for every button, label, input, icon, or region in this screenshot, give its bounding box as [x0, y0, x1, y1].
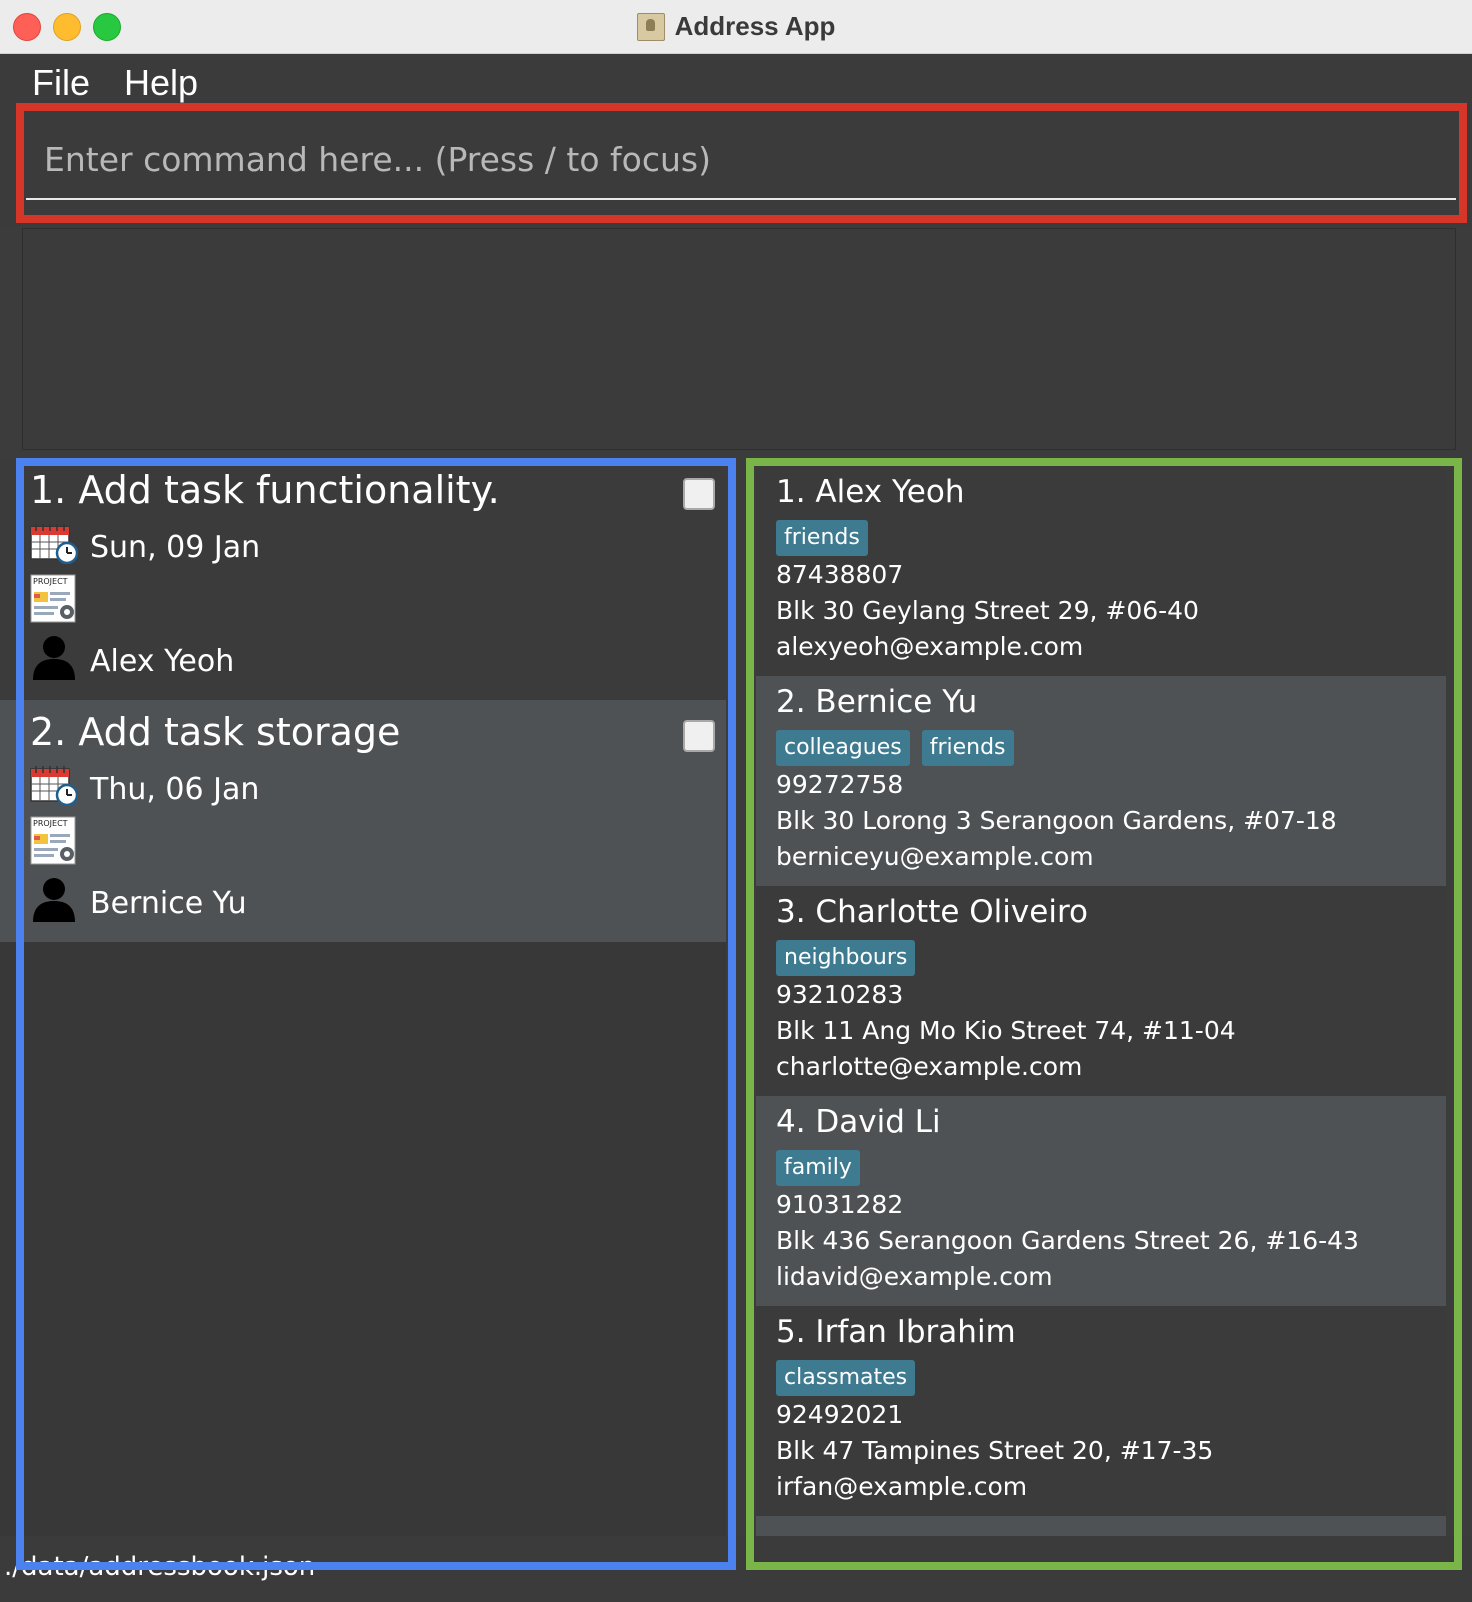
person-email: alexyeoh@example.com: [776, 632, 1084, 661]
address-book-icon: [636, 12, 665, 41]
task-project-row: PROJECT: [30, 574, 78, 632]
status-file-path: ./data/addressbook.json: [4, 1552, 316, 1582]
person-icon: [30, 634, 78, 688]
title-bar: Address App: [0, 0, 1472, 54]
command-input[interactable]: [26, 120, 1456, 200]
person-card[interactable]: 3. Charlotte Oliveiro neighbours 9321028…: [756, 886, 1446, 1096]
person-phone: 93210283: [776, 980, 904, 1009]
tag-badge: friends: [921, 730, 1014, 766]
task-project-row: PROJECT: [30, 816, 78, 874]
person-phone: 99272758: [776, 770, 904, 799]
person-email: lidavid@example.com: [776, 1262, 1053, 1291]
task-assignee-row: Bernice Yu: [30, 876, 247, 930]
person-email: irfan@example.com: [776, 1472, 1028, 1501]
task-assignee: Bernice Yu: [90, 885, 247, 921]
person-address: Blk 30 Geylang Street 29, #06-40: [776, 596, 1199, 625]
person-tags: friends: [776, 520, 868, 556]
person-tags: neighbours: [776, 940, 916, 976]
task-date-row: Sun, 09 Jan: [30, 522, 260, 572]
calendar-clock-icon: [30, 522, 79, 572]
person-card[interactable]: 5. Irfan Ibrahim classmates 92492021 Blk…: [756, 1306, 1446, 1516]
tag-badge: neighbours: [776, 940, 916, 976]
person-tags: colleagues friends: [776, 730, 1014, 766]
person-name: 5. Irfan Ibrahim: [776, 1314, 1016, 1350]
person-phone: 91031282: [776, 1190, 904, 1219]
person-tags: family: [776, 1150, 860, 1186]
person-address: Blk 436 Serangoon Gardens Street 26, #16…: [776, 1226, 1359, 1255]
task-title: 2. Add task storage: [30, 710, 401, 754]
menu-bar: File Help: [0, 54, 1472, 104]
task-done-checkbox[interactable]: [683, 478, 715, 510]
task-list-panel[interactable]: 1. Add task functionality. Sun, 09 Jan P…: [0, 458, 726, 1538]
project-document-icon: PROJECT: [30, 574, 78, 632]
person-name: 2. Bernice Yu: [776, 684, 978, 720]
person-address: Blk 30 Lorong 3 Serangoon Gardens, #07-1…: [776, 806, 1337, 835]
svg-text:PROJECT: PROJECT: [33, 819, 68, 828]
person-email: charlotte@example.com: [776, 1052, 1083, 1081]
person-name: 4. David Li: [776, 1104, 941, 1140]
window-title-text: Address App: [674, 11, 836, 41]
menu-file[interactable]: File: [32, 62, 90, 104]
svg-text:PROJECT: PROJECT: [33, 577, 68, 586]
task-date-row: Thu, 06 Jan: [30, 764, 259, 814]
tag-badge: classmates: [776, 1360, 916, 1396]
task-date: Thu, 06 Jan: [90, 771, 260, 807]
window-title: Address App: [0, 0, 1472, 53]
person-list-panel[interactable]: 1. Alex Yeoh friends 87438807 Blk 30 Gey…: [756, 466, 1446, 1538]
person-name: 1. Alex Yeoh: [776, 474, 965, 510]
person-address: Blk 11 Ang Mo Kio Street 74, #11-04: [776, 1016, 1236, 1045]
task-card[interactable]: 1. Add task functionality. Sun, 09 Jan P…: [0, 458, 726, 700]
menu-help[interactable]: Help: [124, 62, 198, 104]
tag-badge: colleagues: [776, 730, 910, 766]
task-date: Sun, 09 Jan: [90, 529, 261, 565]
person-email: berniceyu@example.com: [776, 842, 1094, 871]
person-card[interactable]: 1. Alex Yeoh friends 87438807 Blk 30 Gey…: [756, 466, 1446, 676]
person-icon: [30, 876, 78, 930]
person-phone: 92492021: [776, 1400, 904, 1429]
person-phone: 87438807: [776, 560, 904, 589]
person-card[interactable]: 4. David Li family 91031282 Blk 436 Sera…: [756, 1096, 1446, 1306]
task-card[interactable]: 2. Add task storage Thu, 06 Jan PROJECT …: [0, 700, 726, 942]
task-done-checkbox[interactable]: [683, 720, 715, 752]
project-document-icon: PROJECT: [30, 816, 78, 874]
tag-badge: family: [776, 1150, 860, 1186]
person-tags: classmates: [776, 1360, 916, 1396]
task-title: 1. Add task functionality.: [30, 468, 500, 512]
task-assignee-row: Alex Yeoh: [30, 634, 234, 688]
task-assignee: Alex Yeoh: [90, 643, 235, 679]
person-card[interactable]: 2. Bernice Yu colleagues friends 9927275…: [756, 676, 1446, 886]
person-address: Blk 47 Tampines Street 20, #17-35: [776, 1436, 1214, 1465]
person-name: 3. Charlotte Oliveiro: [776, 894, 1088, 930]
tag-badge: friends: [776, 520, 868, 556]
calendar-clock-icon: [30, 764, 79, 814]
next-person-card-peek: [756, 1516, 1446, 1536]
app-window: Address App File Help 1. Add task functi…: [0, 0, 1472, 1602]
result-display: [22, 228, 1456, 450]
